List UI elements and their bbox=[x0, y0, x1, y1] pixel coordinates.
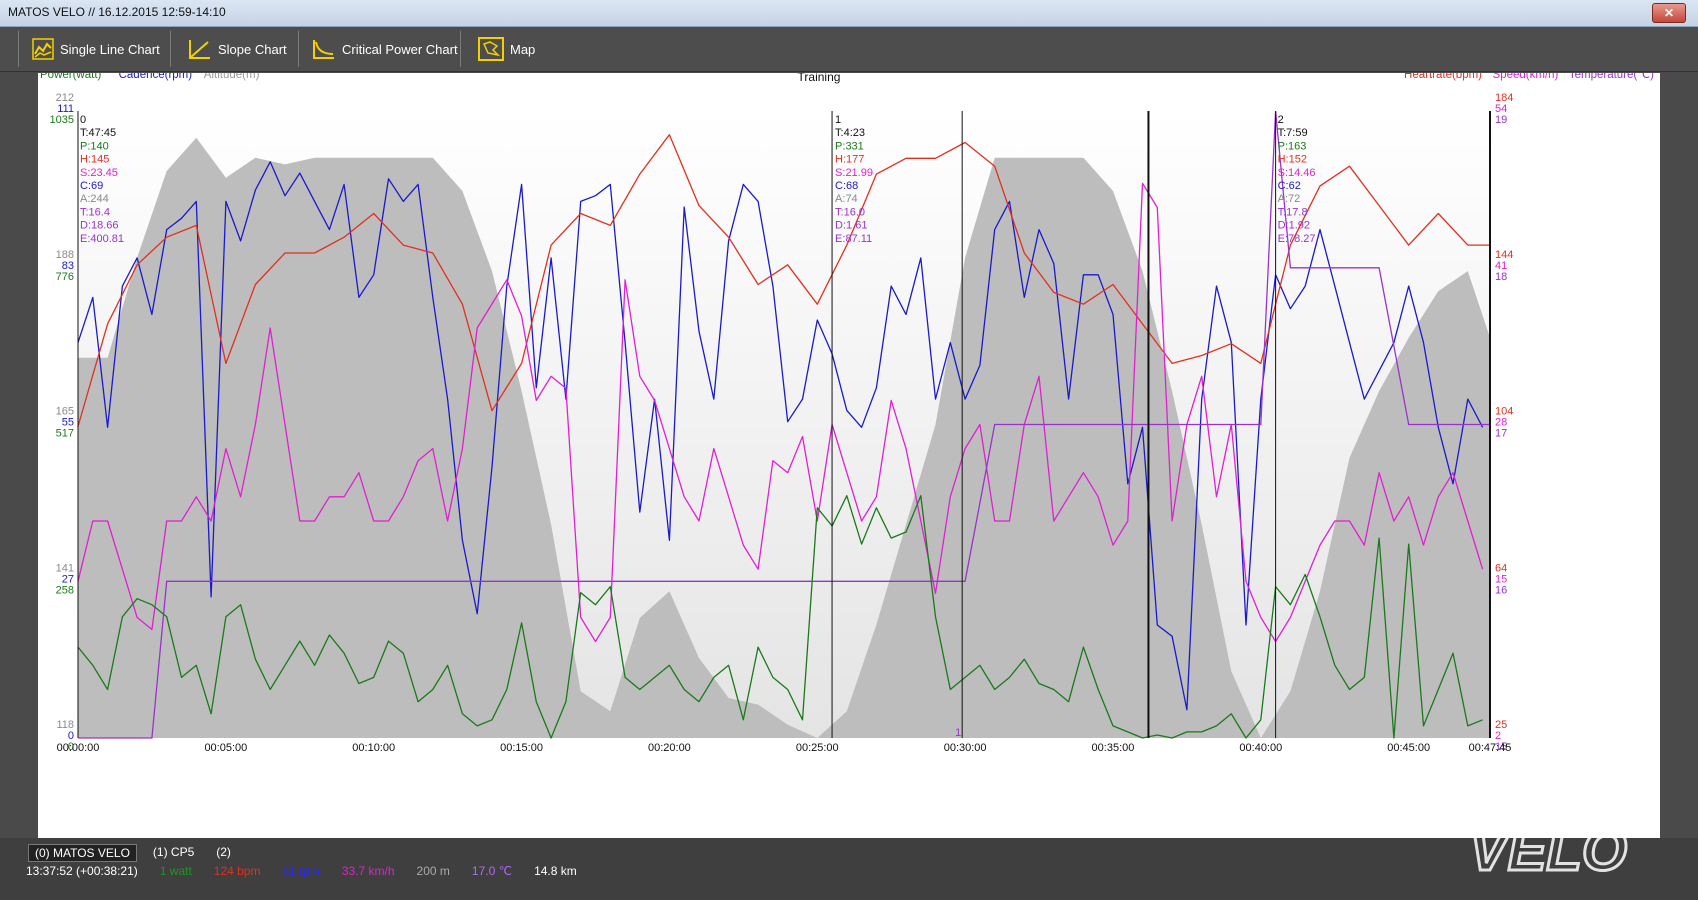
toolbar-separator bbox=[298, 31, 299, 67]
chart-title: Training bbox=[798, 73, 841, 84]
heartrate-readout: 124 bpm bbox=[213, 864, 261, 878]
training-chart[interactable]: 212 111 1035 188 83 776 165 55 517 141 27 258 118 0 0 1… bbox=[38, 73, 1660, 841]
x-tick-label: 00:00:00 bbox=[57, 742, 100, 754]
chart-canvas[interactable]: 2121111035188837761655551714127258118001… bbox=[38, 73, 1660, 841]
map-label: Map bbox=[510, 41, 536, 57]
x-tick-label: 00:15:00 bbox=[500, 742, 543, 754]
legend-left-item: Altitude(m) bbox=[204, 73, 260, 81]
lap-info-text: T:47:45 bbox=[80, 127, 116, 139]
lap-info-text: H:145 bbox=[80, 154, 109, 166]
lap-info-text: T:17.8 bbox=[1278, 206, 1308, 218]
lap-info-text: H:152 bbox=[1278, 154, 1307, 166]
temperature-tick-label: 18 bbox=[1495, 271, 1507, 283]
toolbar-separator bbox=[18, 31, 19, 67]
legend-left-item: Power(watt) bbox=[40, 73, 102, 81]
critical-power-chart-button[interactable]: Critical Power Chart bbox=[312, 35, 458, 63]
lap-info-text: S:14.46 bbox=[1278, 167, 1316, 179]
x-tick-label: 00:20:00 bbox=[648, 742, 691, 754]
distance-readout: 14.8 km bbox=[534, 864, 577, 878]
svg-text:VELO: VELO bbox=[1469, 818, 1627, 880]
map-button[interactable]: Map bbox=[478, 35, 535, 63]
x-tick-label: 00:35:00 bbox=[1092, 742, 1135, 754]
lap-info-text: P:331 bbox=[835, 140, 864, 152]
legend-left-item: Cadence(rpm) bbox=[119, 73, 193, 81]
x-tick-label: 00:10:00 bbox=[352, 742, 395, 754]
tab-2[interactable]: (2) bbox=[210, 844, 237, 862]
legend-right-item: Speed(km/h) bbox=[1493, 73, 1559, 81]
x-tick-label: 00:05:00 bbox=[204, 742, 247, 754]
legend-right-item: Heartrate(bpm) bbox=[1404, 73, 1482, 81]
source-tabs: (0) MATOS VELO (1) CP5 (2) bbox=[28, 844, 237, 862]
temperature-tick-label: 19 bbox=[1495, 114, 1507, 126]
critical-power-icon bbox=[313, 40, 334, 59]
lap-info-text: E:78.27 bbox=[1278, 233, 1316, 245]
lap-info-text: E:400.81 bbox=[80, 233, 124, 245]
x-tick-label: 00:47:45 bbox=[1469, 742, 1512, 754]
lap-info-text: T:4:23 bbox=[835, 127, 865, 139]
lap-info-text: S:23.45 bbox=[80, 167, 118, 179]
lap-info-text: P:140 bbox=[80, 140, 109, 152]
power-tick-label: 517 bbox=[56, 428, 74, 440]
x-tick-label: 00:30:00 bbox=[944, 742, 987, 754]
toolbar-separator bbox=[170, 31, 171, 67]
lap-info-text: C:62 bbox=[1278, 180, 1301, 192]
app-window: MATOS VELO // 16.12.2015 12:59-14:10 ✕ S… bbox=[0, 0, 1698, 900]
altitude-readout: 200 m bbox=[416, 864, 450, 878]
title-bar[interactable]: MATOS VELO // 16.12.2015 12:59-14:10 ✕ bbox=[0, 0, 1698, 27]
close-icon[interactable]: ✕ bbox=[1652, 3, 1686, 23]
critical-power-chart-label: Critical Power Chart bbox=[342, 41, 458, 57]
lap-info-text: C:69 bbox=[80, 180, 103, 192]
lap-info-text: D:1.92 bbox=[1278, 220, 1310, 232]
power-tick-label: 258 bbox=[56, 584, 74, 596]
legend-right-item: Temperature(℃) bbox=[1569, 73, 1654, 81]
temperature-readout: 17.0 ℃ bbox=[471, 864, 513, 878]
lap-info-text: E:87.11 bbox=[835, 233, 872, 245]
lap-info-text: A:72 bbox=[1278, 193, 1301, 205]
slope-chart-icon bbox=[189, 40, 210, 59]
map-icon bbox=[478, 37, 504, 61]
lap-info-text: 0 bbox=[80, 114, 86, 126]
lap-info-text: T:16.4 bbox=[80, 206, 110, 218]
toolbar-separator bbox=[460, 31, 461, 67]
x-tick-label: 00:40:00 bbox=[1239, 742, 1282, 754]
slope-chart-button[interactable]: Slope Chart bbox=[188, 35, 287, 63]
cadence-readout: 61 rpm bbox=[282, 864, 320, 878]
lap-info-text: D:18.66 bbox=[80, 220, 119, 232]
slope-chart-label: Slope Chart bbox=[218, 41, 287, 57]
lap-info-text: S:21.99 bbox=[835, 167, 873, 179]
tab-cp5[interactable]: (1) CP5 bbox=[147, 844, 200, 862]
temperature-tick-label: 17 bbox=[1495, 428, 1507, 440]
lap-marker-label: 1 bbox=[955, 727, 961, 739]
lap-info-text: C:68 bbox=[835, 180, 858, 192]
x-tick-label: 00:25:00 bbox=[796, 742, 839, 754]
single-line-chart-button[interactable]: Single Line Chart bbox=[32, 35, 160, 63]
line-chart-icon bbox=[32, 38, 54, 60]
lap-info-text: P:163 bbox=[1278, 140, 1307, 152]
power-readout: 1 watt bbox=[159, 864, 192, 878]
lap-info-text: A:244 bbox=[80, 193, 109, 205]
x-tick-label: 00:45:00 bbox=[1387, 742, 1430, 754]
lap-info-text: 2 bbox=[1278, 114, 1284, 126]
lap-info-text: 1 bbox=[835, 114, 841, 126]
single-line-chart-label: Single Line Chart bbox=[60, 41, 160, 57]
lap-info-text: T:7:59 bbox=[1278, 127, 1308, 139]
lap-info-text: D:1.61 bbox=[835, 220, 867, 232]
tab-matos-velo[interactable]: (0) MATOS VELO bbox=[28, 844, 137, 862]
window-title: MATOS VELO // 16.12.2015 12:59-14:10 bbox=[8, 5, 226, 19]
temperature-tick-label: 16 bbox=[1495, 584, 1507, 596]
speed-readout: 33.7 km/h bbox=[341, 864, 395, 878]
matos-velo-logo: mat VELO bbox=[1468, 771, 1629, 881]
lap-info-text: A:74 bbox=[835, 193, 858, 205]
lap-info-text: T:16.0 bbox=[835, 206, 865, 218]
cursor-time: 13:37:52 (+00:38:21) bbox=[26, 864, 138, 878]
lap-info-text: H:177 bbox=[835, 154, 864, 166]
cursor-readout: 13:37:52 (+00:38:21) 1 watt 124 bpm 61 r… bbox=[26, 864, 577, 878]
toolbar: Single Line Chart Slope Chart Critical P… bbox=[0, 27, 1698, 72]
power-tick-label: 776 bbox=[56, 271, 74, 283]
power-tick-label: 1035 bbox=[50, 114, 74, 126]
